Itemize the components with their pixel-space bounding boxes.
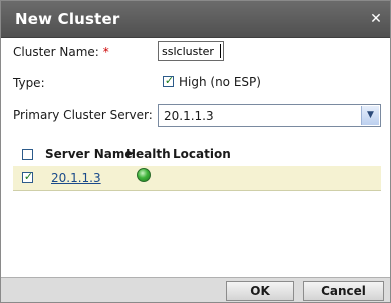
dialog-title: New Cluster (15, 10, 120, 28)
primary-server-select[interactable]: 20.1.1.3 ▼ (158, 104, 381, 127)
type-high-checkbox[interactable]: ✓ (163, 74, 175, 87)
server-name-link[interactable]: 20.1.1.3 (51, 171, 101, 185)
health-status-icon (137, 168, 151, 182)
required-marker: * (102, 45, 109, 59)
close-icon[interactable]: ✕ (368, 11, 384, 27)
type-high-label: High (no ESP) (179, 75, 261, 89)
check-icon: ✓ (164, 74, 175, 87)
cluster-name-label-text: Cluster Name: (13, 45, 99, 59)
select-all-checkbox[interactable] (22, 149, 33, 160)
column-location[interactable]: Location (173, 147, 231, 161)
chevron-down-icon[interactable]: ▼ (361, 106, 379, 125)
cancel-button[interactable]: Cancel (303, 281, 384, 301)
cluster-name-input[interactable] (158, 41, 224, 61)
cluster-name-label: Cluster Name: * (13, 45, 109, 59)
new-cluster-dialog: New Cluster ✕ Cluster Name: * Type: ✓ Hi… (0, 0, 391, 303)
server-table-header: Server Name Health Location (13, 142, 381, 167)
dialog-footer: OK Cancel (1, 277, 390, 302)
column-server-name[interactable]: Server Name (45, 147, 133, 161)
check-icon: ✓ (23, 170, 34, 183)
table-row[interactable]: ✓ 20.1.1.3 (13, 166, 381, 191)
primary-server-label: Primary Cluster Server: (13, 108, 153, 122)
type-label: Type: (13, 76, 45, 90)
column-health[interactable]: Health (126, 147, 171, 161)
row-checkbox[interactable]: ✓ (22, 170, 34, 183)
primary-server-value: 20.1.1.3 (164, 109, 214, 123)
ok-button[interactable]: OK (226, 281, 294, 301)
dialog-titlebar: New Cluster ✕ (1, 1, 390, 38)
text-caret (220, 44, 221, 58)
